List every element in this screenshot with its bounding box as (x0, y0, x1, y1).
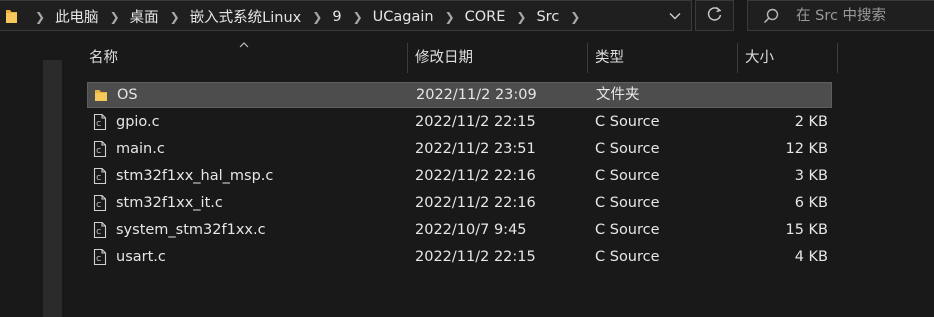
file-date: 2022/11/2 22:15 (415, 249, 536, 265)
chevron-right-icon[interactable]: ❯ (99, 10, 130, 24)
file-date: 2022/11/2 22:16 (415, 195, 536, 211)
chevron-right-icon[interactable]: ❯ (559, 10, 590, 24)
file-type: C Source (595, 195, 660, 211)
breadcrumb: ❯ 此电脑 ❯ 桌面 ❯ 嵌入式系统Linux ❯ 9 ❯ UCagain ❯ … (24, 1, 590, 32)
breadcrumb-desktop[interactable]: 桌面 (130, 6, 159, 27)
svg-text:C: C (96, 120, 101, 128)
svg-text:C: C (96, 174, 101, 182)
sort-ascending-icon (239, 36, 249, 52)
file-row-main[interactable]: C main.c 2022/11/2 23:51 C Source 12 KB (87, 136, 832, 162)
file-size: 6 KB (794, 195, 828, 211)
file-size: 15 KB (785, 222, 828, 238)
folder-icon (5, 8, 18, 28)
file-type: C Source (595, 249, 660, 265)
file-type: C Source (595, 222, 660, 238)
file-date: 2022/10/7 9:45 (415, 222, 527, 238)
file-name: main.c (116, 141, 165, 157)
column-header-size[interactable]: 大小 (745, 43, 774, 73)
breadcrumb-embedded-linux[interactable]: 嵌入式系统Linux (190, 6, 302, 27)
svg-text:C: C (96, 228, 101, 236)
file-type: 文件夹 (596, 87, 640, 103)
file-type: C Source (595, 114, 660, 130)
file-date: 2022/11/2 23:09 (416, 87, 537, 103)
file-name: gpio.c (116, 114, 160, 130)
chevron-right-icon[interactable]: ❯ (434, 10, 465, 24)
c-file-icon: C (93, 167, 107, 189)
file-date: 2022/11/2 23:51 (415, 141, 536, 157)
chevron-right-icon[interactable]: ❯ (301, 10, 332, 24)
c-file-icon: C (93, 248, 107, 270)
chevron-right-icon[interactable]: ❯ (505, 10, 536, 24)
file-row-system-stm32f1xx[interactable]: C system_stm32f1xx.c 2022/10/7 9:45 C So… (87, 217, 832, 243)
search-input[interactable] (796, 5, 926, 27)
file-size: 2 KB (794, 114, 828, 130)
refresh-button[interactable] (695, 0, 734, 31)
breadcrumb-this-pc[interactable]: 此电脑 (55, 6, 99, 27)
breadcrumb-9[interactable]: 9 (332, 9, 341, 25)
column-divider[interactable] (837, 43, 838, 73)
file-row-stm32f1xx-it[interactable]: C stm32f1xx_it.c 2022/11/2 22:16 C Sourc… (87, 190, 832, 216)
file-type: C Source (595, 141, 660, 157)
svg-text:C: C (96, 255, 101, 263)
chevron-down-icon[interactable] (659, 1, 691, 31)
file-row-stm32f1xx-hal-msp[interactable]: C stm32f1xx_hal_msp.c 2022/11/2 22:16 C … (87, 163, 832, 189)
svg-text:C: C (96, 147, 101, 155)
address-bar[interactable]: ❯ 此电脑 ❯ 桌面 ❯ 嵌入式系统Linux ❯ 9 ❯ UCagain ❯ … (0, 0, 692, 31)
column-header-type[interactable]: 类型 (595, 43, 624, 73)
c-file-icon: C (93, 194, 107, 216)
breadcrumb-core[interactable]: CORE (465, 9, 506, 25)
svg-text:C: C (96, 201, 101, 209)
file-name: OS (117, 87, 138, 103)
file-row-usart[interactable]: C usart.c 2022/11/2 22:15 C Source 4 KB (87, 244, 832, 270)
c-file-icon: C (93, 140, 107, 162)
c-file-icon: C (93, 113, 107, 135)
file-row-gpio[interactable]: C gpio.c 2022/11/2 22:15 C Source 2 KB (87, 109, 832, 135)
column-divider[interactable] (407, 43, 408, 73)
file-row-os[interactable]: OS 2022/11/2 23:09 文件夹 (87, 82, 832, 108)
chevron-right-icon[interactable]: ❯ (159, 10, 190, 24)
file-name: stm32f1xx_it.c (116, 195, 223, 211)
file-size: 3 KB (794, 168, 828, 184)
breadcrumb-src[interactable]: Src (536, 9, 559, 25)
search-icon (762, 7, 780, 29)
column-header-name[interactable]: 名称 (89, 43, 118, 73)
column-divider[interactable] (587, 43, 588, 73)
file-size: 12 KB (785, 141, 828, 157)
navigation-pane-scrollbar[interactable] (43, 60, 62, 317)
chevron-right-icon[interactable]: ❯ (342, 10, 373, 24)
file-name: stm32f1xx_hal_msp.c (116, 168, 274, 184)
file-date: 2022/11/2 22:16 (415, 168, 536, 184)
column-divider[interactable] (737, 43, 738, 73)
file-date: 2022/11/2 22:15 (415, 114, 536, 130)
chevron-right-icon[interactable]: ❯ (24, 10, 55, 24)
file-name: usart.c (116, 249, 166, 265)
search-box[interactable] (747, 0, 934, 31)
column-header-date[interactable]: 修改日期 (415, 43, 473, 73)
folder-icon (94, 87, 108, 107)
file-size: 4 KB (794, 249, 828, 265)
file-type: C Source (595, 168, 660, 184)
refresh-icon (707, 6, 723, 26)
breadcrumb-ucagain[interactable]: UCagain (373, 9, 434, 25)
file-name: system_stm32f1xx.c (116, 222, 266, 238)
c-file-icon: C (93, 221, 107, 243)
